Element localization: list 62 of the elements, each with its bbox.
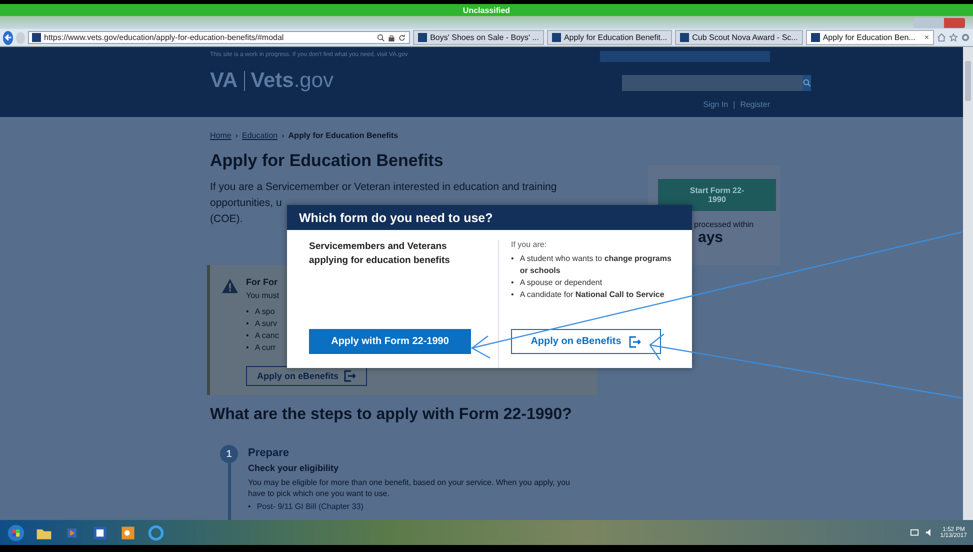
step-title: Prepare	[248, 447, 289, 459]
lock-icon	[388, 34, 396, 42]
alert-list-item: • A canc	[246, 330, 279, 342]
breadcrumb-separator: ›	[282, 131, 284, 140]
external-link-icon	[629, 336, 642, 348]
address-bar[interactable]: https://www.vets.gov/education/apply-for-education-benefits/#modal	[28, 31, 410, 44]
browser-tab[interactable]: Boys' Shoes on Sale - Boys' ...	[413, 30, 544, 45]
site-logo[interactable]: VA Vets.gov	[210, 69, 334, 93]
url-text: https://www.vets.gov/education/apply-for-education-benefits/#modal	[44, 33, 285, 42]
alert-text: You must	[246, 291, 280, 300]
intro-line: If you are a Servicemember or Veteran interested in education and training	[210, 180, 557, 195]
scrollbar[interactable]	[963, 47, 973, 520]
breadcrumb-link[interactable]: Education	[242, 131, 278, 140]
tab-close-button[interactable]: ×	[924, 33, 929, 42]
processing-note: processed within	[694, 220, 754, 229]
start-form-button[interactable]: Start Form 22- 1990	[658, 179, 776, 211]
browser-tab[interactable]: Cub Scout Nova Award - Sc...	[675, 30, 803, 45]
alert-list-item: • A surv	[246, 318, 278, 330]
step-list-item: • Post- 9/11 GI Bill (Chapter 33)	[248, 501, 364, 513]
apply-form-button[interactable]: Apply with Form 22-1990	[309, 329, 471, 354]
modal-title: Which form do you need to use?	[299, 210, 493, 224]
browser-tab[interactable]: Apply for Education Ben... ×	[806, 30, 934, 45]
search-icon	[803, 79, 811, 87]
link-separator: |	[733, 100, 736, 109]
breadcrumb-link[interactable]: Home	[210, 131, 232, 140]
breadcrumb-current: Apply for Education Benefits	[288, 131, 398, 140]
browser-tab[interactable]: Apply for Education Benefit...	[546, 30, 672, 45]
home-icon[interactable]	[937, 33, 946, 42]
audience-list-item: • A student who wants to change programs or schools	[511, 253, 672, 277]
audience-heading: Servicemembers and Veterans applying for education benefits	[309, 240, 451, 268]
step-text: You may be eligible for more than one benefit, based on your service. When you apply, you have to pick which one you want to use.	[248, 477, 571, 499]
step-number: 1	[220, 445, 238, 463]
sign-in-link[interactable]: Sign In	[703, 100, 728, 109]
browser-icon[interactable]	[146, 524, 166, 542]
external-link-icon	[344, 370, 356, 382]
network-icon[interactable]	[910, 528, 920, 537]
apply-ebenefits-button[interactable]: Apply on eBenefits	[511, 329, 661, 354]
alert-list-item: • A curr	[246, 342, 276, 354]
search-icon[interactable]	[377, 34, 386, 42]
intro-line: (COE).	[210, 212, 243, 227]
audience-intro: If you are:	[511, 240, 548, 249]
register-link[interactable]: Register	[740, 100, 770, 109]
search-button[interactable]	[803, 75, 811, 91]
alert-title: For For	[246, 277, 278, 287]
steps-heading: What are the steps to apply with Form 22-1990?	[210, 406, 572, 424]
classification-label: Unclassified	[462, 6, 510, 14]
intro-line: opportunities, u	[210, 196, 282, 211]
audience-list-item: • A candidate for National Call to Service	[511, 289, 664, 301]
search-field[interactable]	[622, 75, 803, 91]
alert-list-item: • A spo	[246, 306, 275, 318]
star-icon[interactable]	[949, 33, 958, 42]
audience-list-item: • A spouse or dependent	[511, 277, 602, 289]
processing-days: ays	[698, 229, 724, 246]
page-title: Apply for Education Benefits	[210, 151, 444, 171]
site-favicon	[32, 33, 41, 42]
breadcrumb-separator: ›	[235, 131, 238, 140]
warning-icon	[221, 278, 239, 294]
step-subtitle: Check your eligibility	[248, 463, 339, 473]
window-controls[interactable]	[913, 18, 965, 28]
refresh-icon[interactable]	[398, 34, 406, 42]
start-button[interactable]	[6, 524, 26, 542]
back-button[interactable]	[3, 30, 14, 44]
